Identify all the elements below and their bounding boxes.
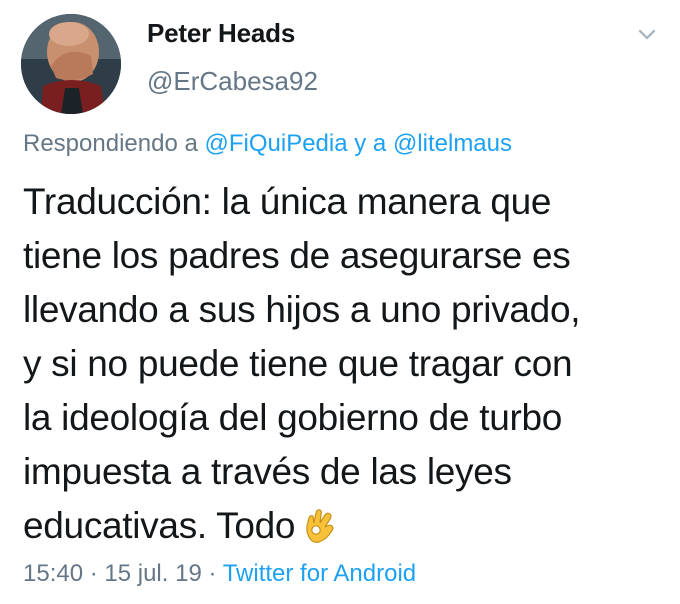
tweet-text-line: impuesta a través de las leyes — [23, 451, 512, 492]
reply-joiner: y a — [347, 130, 393, 157]
tweet-text-line: Traducción: la única manera que — [23, 181, 552, 222]
reply-prefix: Respondiendo a — [23, 130, 205, 157]
tweet-time[interactable]: 15:40 — [23, 560, 83, 587]
tweet-text-line: la ideología del gobierno de turbo — [23, 397, 563, 438]
meta-separator: · — [83, 560, 105, 587]
mention-link-fiquipedia[interactable]: @FiQuiPedia — [204, 130, 347, 157]
tweet-source-link[interactable]: Twitter for Android — [223, 560, 416, 587]
tweet-card: Peter Heads @ErCabesa92 Respondiendo a @… — [0, 0, 680, 604]
ok-hand-icon — [303, 505, 337, 559]
tweet-text-line: educativas. Todo — [23, 505, 296, 546]
reply-context: Respondiendo a @FiQuiPedia y a @litelmau… — [23, 130, 512, 158]
tweet-text-line: llevando a sus hijos a uno privado, — [23, 289, 581, 330]
tweet-date[interactable]: 15 jul. 19 — [104, 560, 201, 587]
tweet-text: Traducción: la única manera que tiene lo… — [23, 175, 673, 559]
tweet-text-last-line: educativas. Todo — [23, 499, 673, 559]
user-avatar[interactable] — [21, 14, 121, 114]
tweet-text-line: tiene los padres de asegurarse es — [23, 235, 571, 276]
tweet-meta: 15:40 · 15 jul. 19 · Twitter for Android — [23, 560, 416, 588]
chevron-down-icon[interactable] — [632, 22, 662, 46]
author-name[interactable]: Peter Heads — [147, 18, 295, 49]
author-handle[interactable]: @ErCabesa92 — [147, 66, 318, 97]
meta-separator: · — [201, 560, 223, 587]
tweet-text-line: y si no puede tiene que tragar con — [23, 343, 573, 384]
mention-link-litelmaus[interactable]: @litelmaus — [393, 130, 512, 157]
